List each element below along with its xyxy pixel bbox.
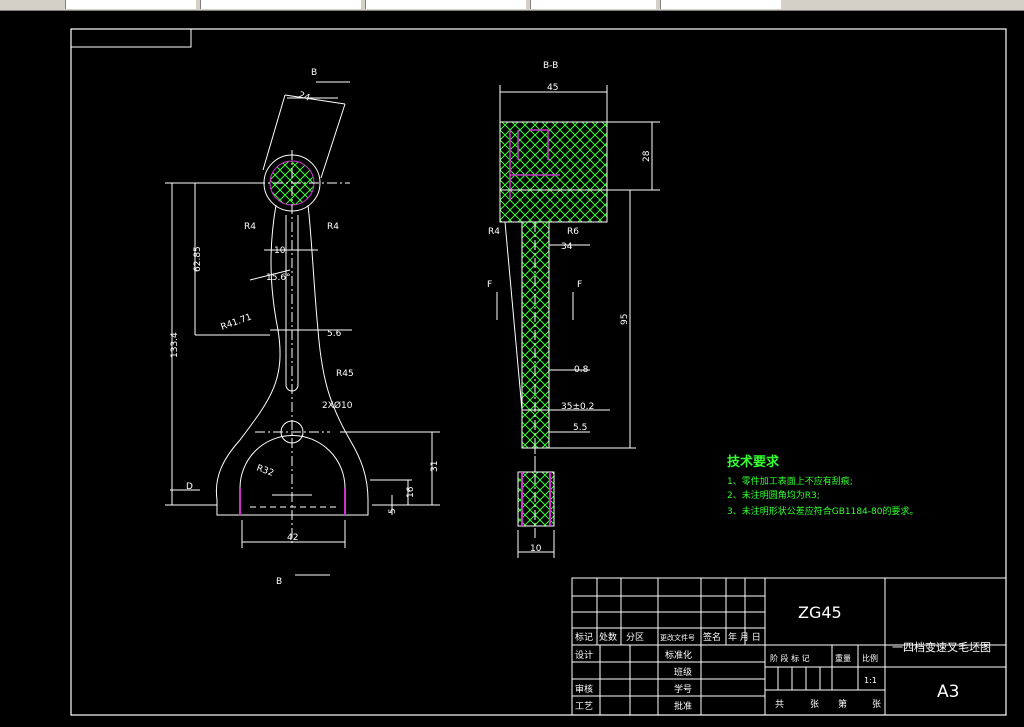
toolbar-field-4[interactable] [530,0,656,9]
dim-r41-71: R41.71 [220,312,254,332]
section-mark-f-right: F [577,280,582,290]
toolbar-field-1[interactable] [65,0,196,9]
corner-tag-box [70,28,192,48]
tech-req-title: 技术要求 [727,454,780,470]
label-di: 第 [838,698,847,710]
label-zhongliang: 重量 [835,653,851,663]
scale-value: 1:1 [864,676,877,685]
dim-5-5: 5.5 [573,423,587,433]
sheet-size: A3 [937,682,959,702]
hdr-nianyueri: 年 月 日 [728,631,761,643]
section-view [496,85,660,558]
section-mark-top: B [311,68,317,78]
tech-req-item-1: 1、零件加工表面上不应有刮痕; [727,475,853,487]
dim-95: 95 [620,314,630,325]
dim-5: 5 [388,508,398,514]
material-label: ZG45 [798,603,842,622]
hdr-chushu: 处数 [599,631,617,643]
front-view [165,81,440,576]
dim-0-8: 0.8 [574,365,589,375]
dim-r45: R45 [336,369,354,379]
dim-10-sec: 10 [530,544,542,554]
section-mark-bottom: B [276,577,282,587]
dim-28: 28 [642,150,652,162]
section-mark-d: D [186,482,193,492]
dim-16: 16 [406,486,416,498]
toolbar-field-5[interactable] [660,0,781,9]
tech-req-item-3: 3、未注明形状公差应符合GB1184-80的要求。 [727,505,918,517]
toolbar-field-3[interactable] [365,0,526,9]
dim-r4-right: R4 [327,222,339,232]
label-sheji: 设计 [575,649,593,661]
tech-req-item-2: 2、未注明圆角均为R3; [727,489,820,501]
dim-r6: R6 [567,227,579,237]
label-pizhun: 批准 [674,700,692,712]
dim-62-85: 62.85 [193,246,203,272]
dim-10: 10 [274,246,286,256]
label-zhang1: 张 [810,699,819,710]
dim-31: 31 [430,461,440,472]
hdr-qianming: 签名 [703,631,721,643]
dim-holes: 2XØ10 [322,400,353,411]
dim-r4-left: R4 [244,222,256,232]
dim-24: 24 [297,90,311,103]
label-bili: 比例 [862,653,878,663]
dim-42: 42 [287,533,298,543]
dim-angle: 15.6° [266,273,291,283]
dim-34: 34 [561,242,573,252]
dim-133-4: 133.4 [170,332,180,358]
label-banji: 班级 [674,666,692,678]
label-gong: 共 [775,699,784,710]
label-biaozhunhua: 标准化 [665,649,692,661]
label-zhang2: 张 [872,699,881,710]
dim-r32: R32 [255,463,275,478]
dim-r4-sec: R4 [488,227,500,237]
section-mark-f-left: F [487,280,492,290]
section-label: B-B [543,61,558,71]
label-shenhe: 审核 [575,683,593,695]
dim-35: 35±0.2 [561,402,594,412]
part-name: 一四档变速叉毛坯图 [892,640,991,654]
label-jieduan: 阶 段 标 记 [770,653,810,663]
hdr-biaoji: 标记 [575,631,593,643]
label-gongyi: 工艺 [575,701,593,712]
cad-drawing: B 24 R4 R4 10 62.85 15.6° R41.71 5.6 133… [70,28,1007,716]
hdr-gengai: 更改文件号 [660,633,695,642]
dim-45: 45 [547,83,558,93]
hdr-fenqu: 分区 [626,632,644,643]
label-xuehao: 学号 [674,683,692,695]
dim-5-6: 5.6 [327,329,342,339]
toolbar-field-2[interactable] [200,0,361,9]
